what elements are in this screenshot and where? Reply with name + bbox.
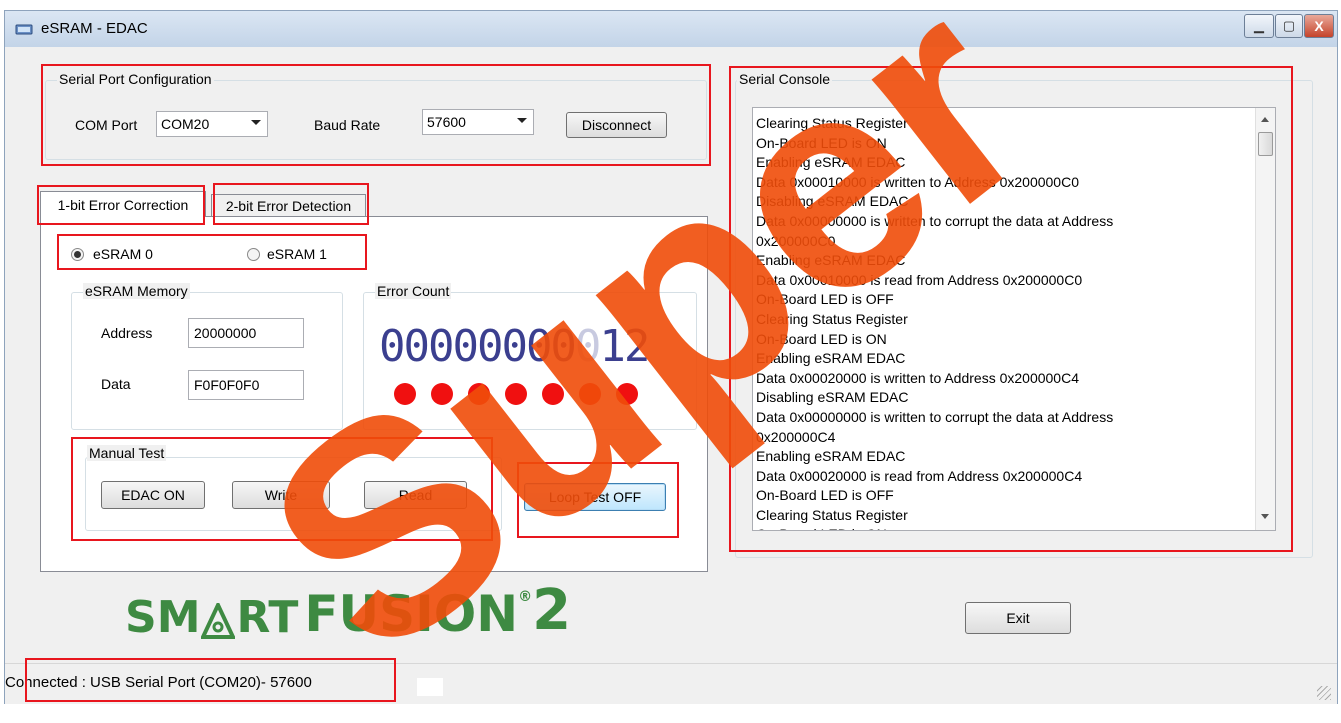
app-icon [15, 24, 33, 35]
logo-a-icon [201, 603, 236, 639]
data-label: Data [101, 376, 131, 392]
highlight-tab-1bit [37, 185, 205, 225]
logo-text-rt: RT [236, 592, 299, 643]
highlight-tab-2bit [213, 183, 369, 225]
highlight-status [25, 658, 396, 702]
close-button[interactable]: X [1304, 14, 1334, 38]
esram-memory-label: eSRAM Memory [83, 283, 190, 299]
exit-button[interactable]: Exit [965, 602, 1071, 634]
minimize-icon: ▁ [1254, 18, 1264, 33]
resize-grip-icon[interactable] [1317, 686, 1331, 700]
logo-text-sm: SM [125, 592, 201, 643]
close-icon: X [1314, 18, 1324, 34]
maximize-icon: ▢ [1282, 18, 1296, 33]
address-input[interactable]: 20000000 [188, 318, 304, 348]
minimize-button[interactable]: ▁ [1244, 14, 1274, 38]
title-bar[interactable]: eSRAM - EDAC ▁ ▢ X [5, 11, 1337, 47]
window-title: eSRAM - EDAC [41, 20, 148, 37]
address-label: Address [101, 325, 153, 341]
maximize-button[interactable]: ▢ [1275, 14, 1303, 38]
highlight-esram-select [57, 234, 367, 270]
